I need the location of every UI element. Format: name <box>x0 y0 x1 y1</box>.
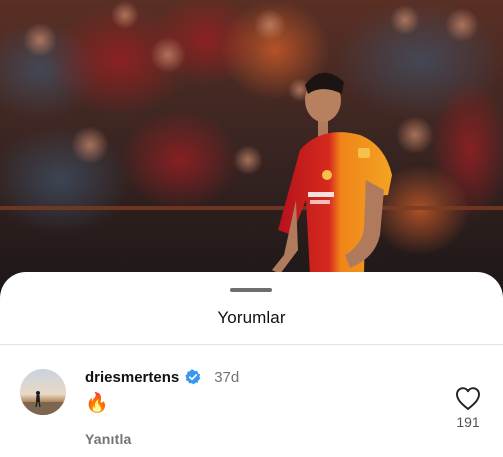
verified-badge-icon <box>185 369 201 385</box>
comment-item: driesmertens 37d 🔥 Yanıtla 191 <box>0 345 503 457</box>
comments-sheet: Yorumlar driesmertens 37d 🔥 Yanıtla 191 <box>0 272 503 457</box>
like-count: 191 <box>456 414 480 430</box>
comment-header: driesmertens 37d <box>85 367 239 387</box>
heart-outline-icon[interactable] <box>454 385 482 411</box>
reply-button[interactable]: Yanıtla <box>85 431 132 447</box>
instagram-comments-screen: Yorumlar driesmertens 37d 🔥 Yanıtla 191 <box>0 0 503 457</box>
comment-timestamp: 37d <box>214 368 240 386</box>
avatar[interactable] <box>20 369 66 415</box>
comment-text: 🔥 <box>85 393 109 414</box>
sheet-title: Yorumlar <box>217 308 286 327</box>
sheet-drag-handle[interactable] <box>230 288 272 292</box>
comment-username[interactable]: driesmertens <box>85 369 179 386</box>
post-photo <box>0 0 503 290</box>
